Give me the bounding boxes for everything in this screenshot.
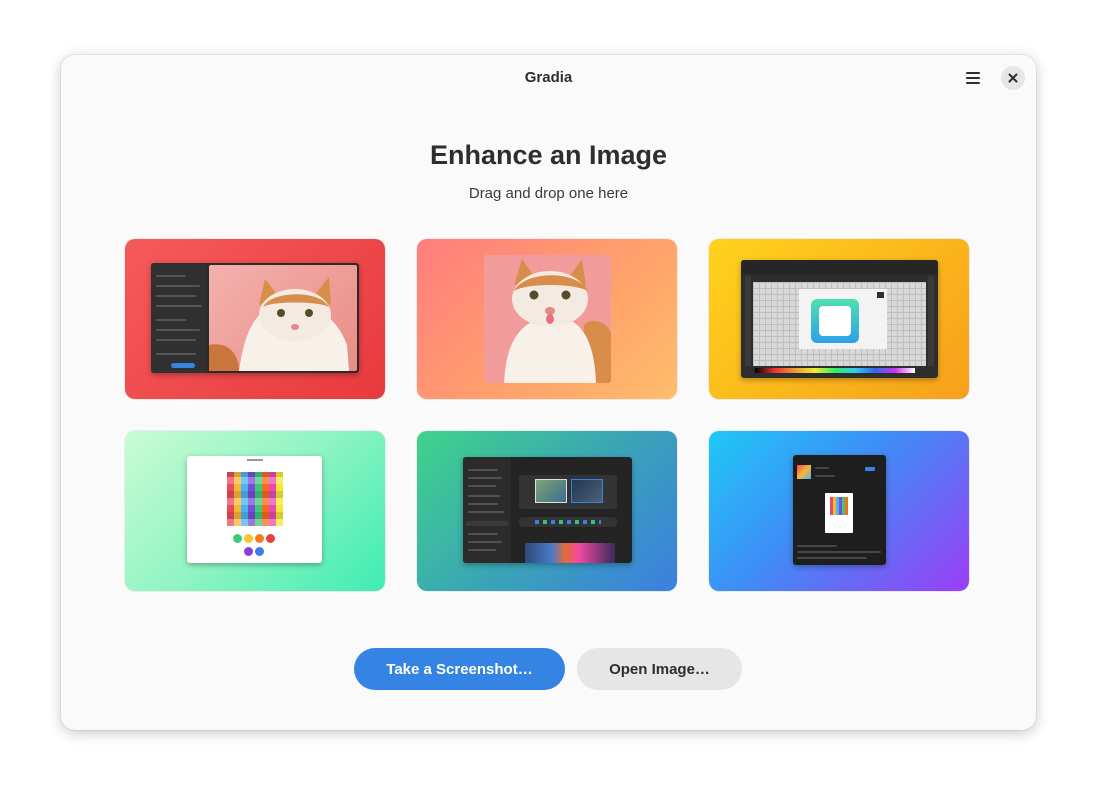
example-color-grid-app[interactable] <box>125 431 385 591</box>
hamburger-menu-icon <box>966 72 980 84</box>
page-title: Enhance an Image <box>429 140 668 170</box>
window-title: Gradia <box>524 69 573 86</box>
close-button[interactable] <box>1001 66 1025 90</box>
color-grid-thumbnail <box>227 472 283 526</box>
editor-window-thumbnail <box>151 263 359 373</box>
example-cat-editor[interactable] <box>125 239 385 399</box>
page-subtitle: Drag and drop one here <box>468 185 629 202</box>
store-page-thumbnail <box>793 455 886 565</box>
take-screenshot-button[interactable]: Take a Screenshot… <box>354 648 565 690</box>
color-app-thumbnail <box>187 456 322 563</box>
close-icon <box>1008 73 1018 83</box>
settings-thumbnail <box>463 457 632 563</box>
canvas-thumbnail <box>753 282 926 366</box>
main-menu-button[interactable] <box>955 64 991 92</box>
header-bar: Gradia <box>61 55 1036 101</box>
app-window: Gradia Enhance an Image Drag and drop on… <box>61 55 1036 730</box>
cat-photo-thumbnail <box>484 255 611 383</box>
open-image-button[interactable]: Open Image… <box>577 648 742 690</box>
editor-sidebar-thumbnail <box>151 263 207 373</box>
example-image-editor[interactable] <box>709 239 969 399</box>
example-settings-appearance[interactable] <box>417 431 677 591</box>
example-store-page[interactable] <box>709 431 969 591</box>
example-cat-photo[interactable] <box>417 239 677 399</box>
image-editor-thumbnail <box>741 260 938 378</box>
cat-photo-thumbnail <box>209 265 357 371</box>
